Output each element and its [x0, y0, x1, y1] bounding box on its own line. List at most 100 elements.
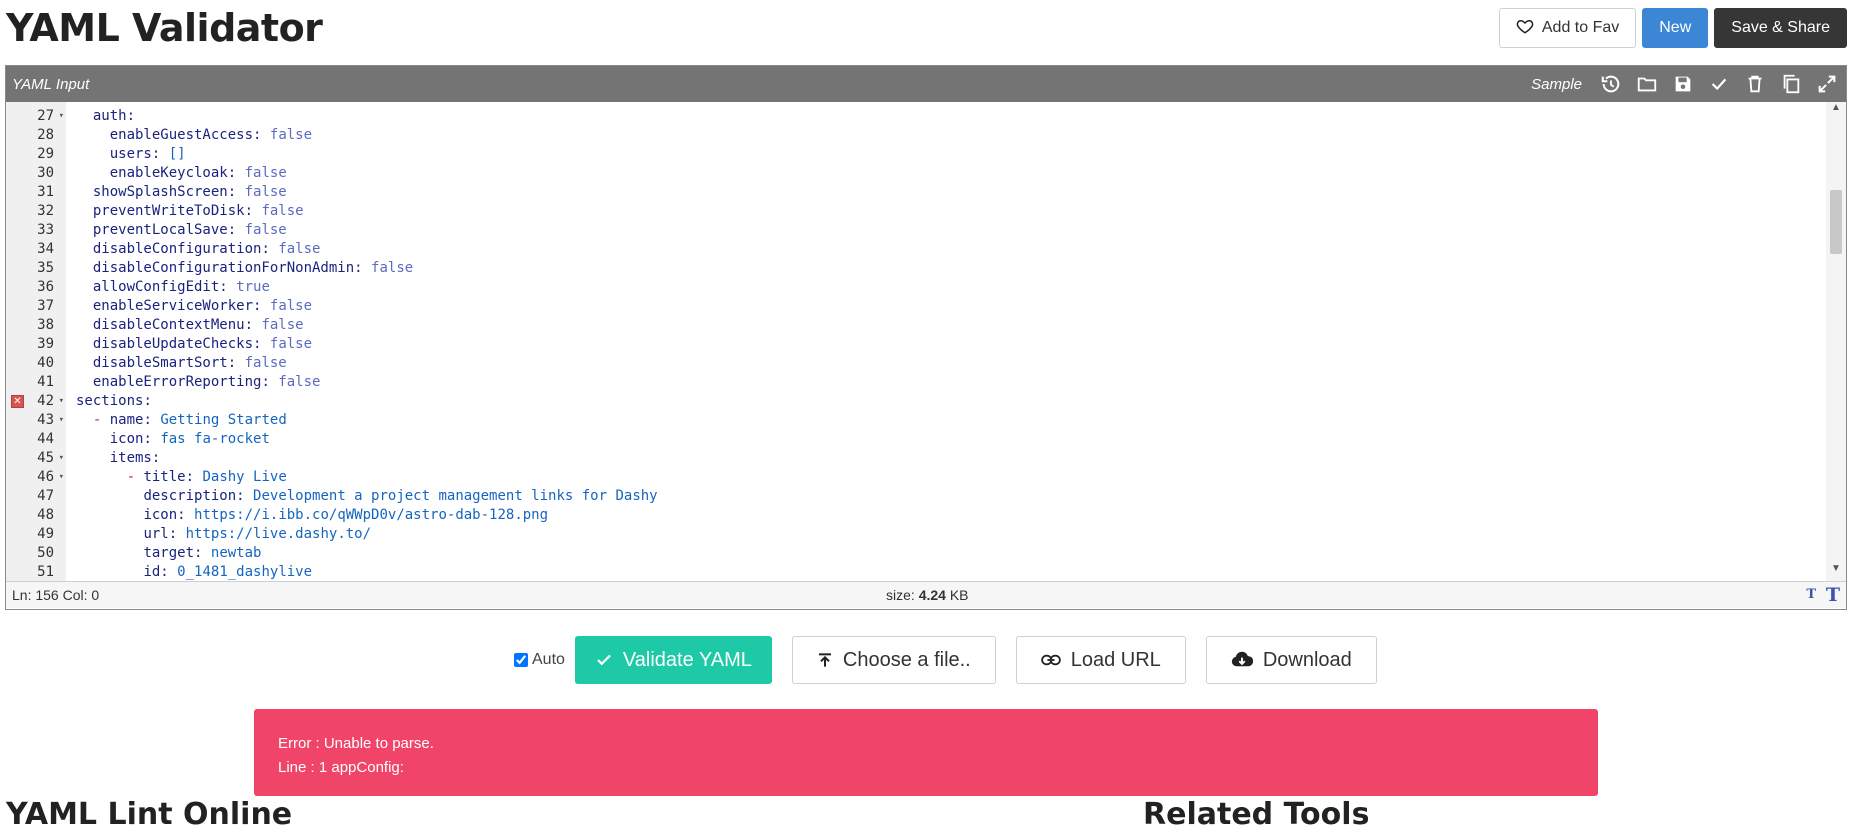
code-line[interactable]: 49 url: https://live.dashy.to/ [6, 525, 1824, 544]
line-number: 40 [37, 355, 54, 371]
history-icon[interactable] [1600, 73, 1622, 95]
line-number: 45 [37, 450, 54, 466]
check-icon[interactable] [1708, 73, 1730, 95]
code-line[interactable]: 31 showSplashScreen: false [6, 183, 1824, 202]
line-number-cell: 45 ▾ [6, 449, 66, 468]
copy-icon[interactable] [1780, 73, 1802, 95]
code-line[interactable]: 46 ▾ - title: Dashy Live [6, 468, 1824, 487]
line-number-cell: 51 [6, 563, 66, 581]
fold-toggle-icon[interactable]: ▾ [59, 107, 64, 126]
code-line[interactable]: 47 description: Development a project ma… [6, 487, 1824, 506]
font-decrease-icon[interactable]: T [1806, 587, 1816, 602]
line-number-cell: ✕ 42 ▾ [6, 392, 66, 411]
expand-icon[interactable] [1816, 73, 1838, 95]
fold-toggle-icon[interactable]: ▾ [59, 468, 64, 487]
code-line[interactable]: 28 enableGuestAccess: false [6, 126, 1824, 145]
editor-toolbar: Sample [1531, 73, 1838, 95]
code-text: url: https://live.dashy.to/ [143, 526, 372, 542]
code-line[interactable]: 48 icon: https://i.ibb.co/qWWpD0v/astro-… [6, 506, 1824, 525]
auto-checkbox[interactable] [514, 653, 528, 667]
yaml-value: Getting Started [160, 412, 287, 428]
cloud-download-icon [1231, 651, 1253, 669]
choose-file-button[interactable]: Choose a file.. [791, 636, 996, 684]
load-url-button[interactable]: Load URL [1015, 636, 1186, 684]
yaml-key: users [109, 146, 152, 162]
code-area[interactable]: 27 ▾ auth: 28 enableGuestAccess: false 29 u… [6, 102, 1846, 581]
code-line[interactable]: ✕ 42 ▾ sections: [6, 392, 1824, 411]
yaml-key: enableServiceWorker [92, 298, 254, 314]
line-number-cell: 37 [6, 297, 66, 316]
sample-link[interactable]: Sample [1531, 76, 1582, 93]
yaml-key: preventWriteToDisk [92, 203, 245, 219]
save-icon[interactable] [1672, 73, 1694, 95]
add-to-fav-button[interactable]: Add to Fav [1498, 8, 1637, 48]
code-line[interactable]: 33 preventLocalSave: false [6, 221, 1824, 240]
fold-toggle-icon[interactable]: ▾ [59, 411, 64, 430]
line-number: 51 [37, 564, 54, 580]
code-text: users: [] [109, 146, 186, 162]
code-line[interactable]: 51 id: 0_1481_dashylive [6, 563, 1824, 581]
line-number-cell: 31 [6, 183, 66, 202]
editor-scrollbar[interactable]: ▲ ▼ [1826, 102, 1846, 581]
code-line[interactable]: 32 preventWriteToDisk: false [6, 202, 1824, 221]
fold-toggle-icon[interactable]: ▾ [59, 449, 64, 468]
code-line[interactable]: 41 enableErrorReporting: false [6, 373, 1824, 392]
yaml-key: auth [92, 108, 127, 124]
line-number: 27 [37, 108, 54, 124]
line-number: 46 [37, 469, 54, 485]
code-text: allowConfigEdit: true [92, 279, 270, 295]
yaml-value: false [244, 165, 287, 181]
line-number-cell: 41 [6, 373, 66, 392]
code-lines[interactable]: 27 ▾ auth: 28 enableGuestAccess: false 29 u… [6, 107, 1824, 581]
yaml-value: false [261, 317, 304, 333]
yaml-value: false [278, 241, 321, 257]
line-number-cell: 34 [6, 240, 66, 259]
auto-label: Auto [532, 651, 565, 668]
fold-toggle-icon[interactable]: ▾ [59, 392, 64, 411]
open-folder-icon[interactable] [1636, 73, 1658, 95]
code-line[interactable]: 39 disableUpdateChecks: false [6, 335, 1824, 354]
code-text: enableErrorReporting: false [92, 374, 321, 390]
validate-yaml-button[interactable]: Validate YAML [574, 636, 772, 684]
code-line[interactable]: 29 users: [] [6, 145, 1824, 164]
yaml-key: icon [109, 431, 144, 447]
code-line[interactable]: 37 enableServiceWorker: false [6, 297, 1824, 316]
code-line[interactable]: 44 icon: fas fa-rocket [6, 430, 1824, 449]
code-text: sections: [76, 393, 152, 409]
scroll-down-icon[interactable]: ▼ [1826, 563, 1846, 581]
cursor-position: Ln: 156 Col: 0 [12, 587, 100, 603]
editor-status-bar: Ln: 156 Col: 0 size: 4.24 KB T T [6, 581, 1846, 608]
code-line[interactable]: 43 ▾ - name: Getting Started [6, 411, 1824, 430]
auto-validate-toggle[interactable]: Auto [514, 651, 565, 669]
code-text: - name: Getting Started [92, 412, 287, 428]
line-number-cell: 39 [6, 335, 66, 354]
line-number: 34 [37, 241, 54, 257]
code-line[interactable]: 50 target: newtab [6, 544, 1824, 563]
scroll-up-icon[interactable]: ▲ [1826, 102, 1846, 120]
code-line[interactable]: 35 disableConfigurationForNonAdmin: fals… [6, 259, 1824, 278]
trash-icon[interactable] [1744, 73, 1766, 95]
code-line[interactable]: 38 disableContextMenu: false [6, 316, 1824, 335]
yaml-value: https://live.dashy.to/ [185, 526, 372, 542]
save-share-button[interactable]: Save & Share [1714, 8, 1847, 48]
code-line[interactable]: 30 enableKeycloak: false [6, 164, 1824, 183]
line-number-cell: 30 [6, 164, 66, 183]
code-line[interactable]: 40 disableSmartSort: false [6, 354, 1824, 373]
code-line[interactable]: 36 allowConfigEdit: true [6, 278, 1824, 297]
yaml-value: Dashy Live [202, 469, 287, 485]
code-line[interactable]: 45 ▾ items: [6, 449, 1824, 468]
download-button[interactable]: Download [1205, 636, 1377, 684]
code-line[interactable]: 27 ▾ auth: [6, 107, 1824, 126]
new-button[interactable]: New [1642, 8, 1709, 48]
yaml-value: false [269, 127, 313, 143]
yaml-value: https://i.ibb.co/qWWpD0v/astro-dab-128.p… [194, 507, 549, 523]
code-line[interactable]: 34 disableConfiguration: false [6, 240, 1824, 259]
line-number: 31 [37, 184, 54, 200]
code-text: disableUpdateChecks: false [92, 336, 313, 352]
line-number-cell: 35 [6, 259, 66, 278]
line-number-cell: 47 [6, 487, 66, 506]
font-increase-icon[interactable]: T [1826, 584, 1840, 606]
line-number: 35 [37, 260, 54, 276]
scroll-thumb[interactable] [1830, 190, 1842, 254]
yaml-value: newtab [210, 545, 262, 561]
